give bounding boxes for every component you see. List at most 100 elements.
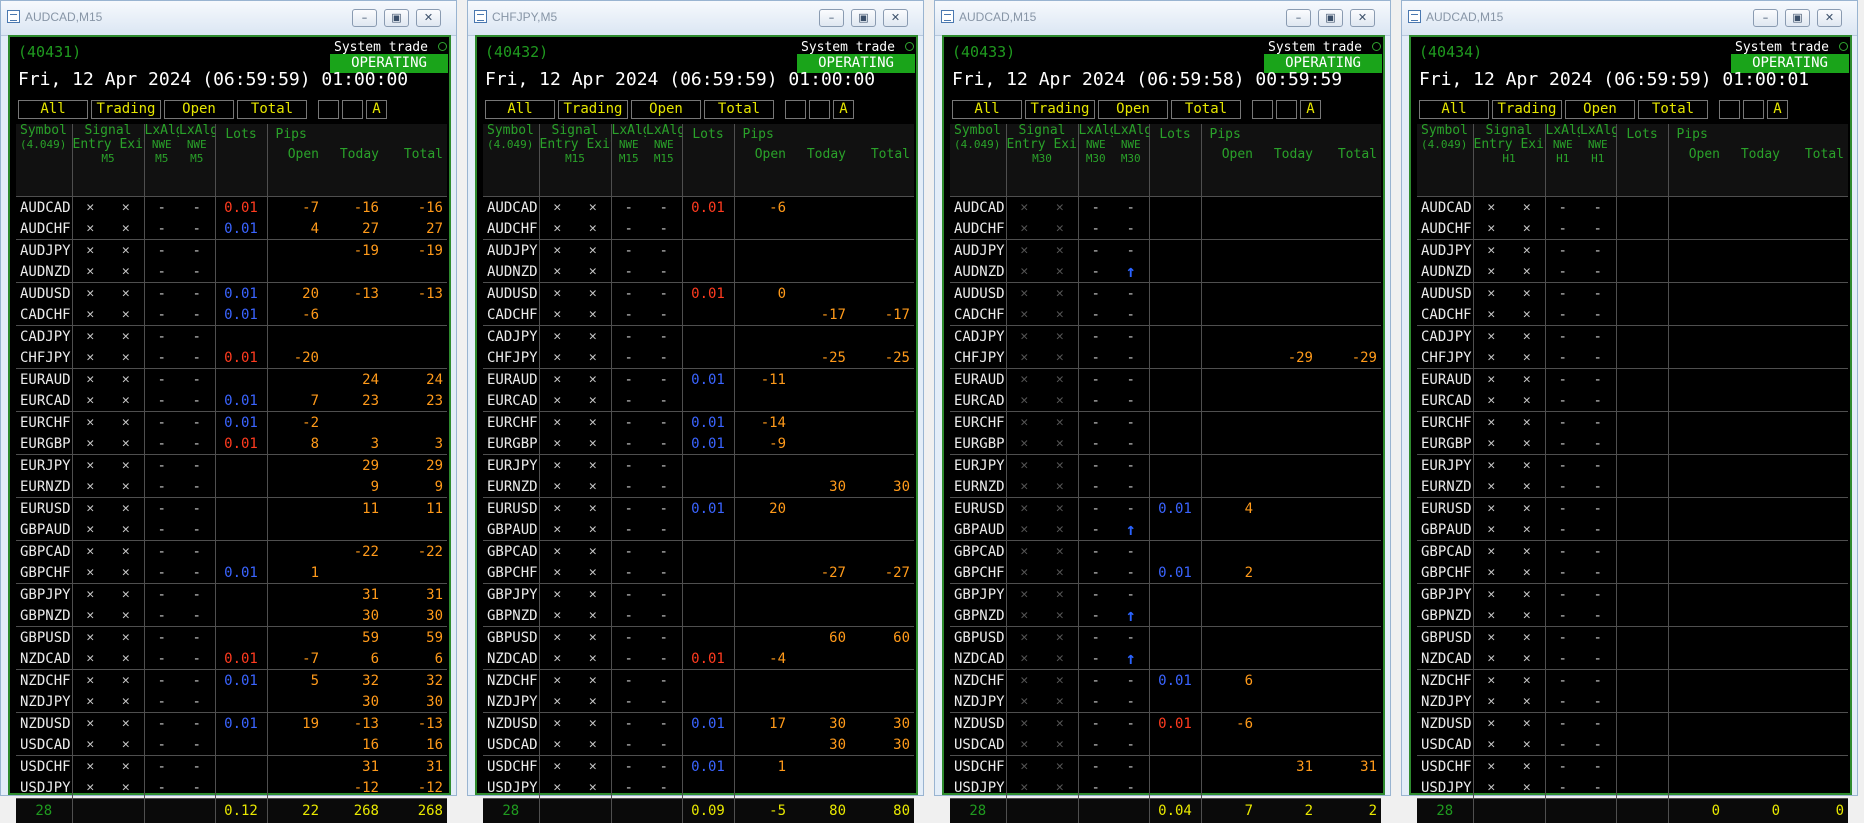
close-button[interactable]: ✕ — [1350, 9, 1375, 27]
minimize-button[interactable]: – — [1753, 9, 1778, 27]
filter-a-button[interactable]: A — [833, 100, 854, 119]
table-row[interactable]: NZDUSD✕✕--0.01-6 — [950, 713, 1381, 735]
table-row[interactable]: USDJPY✕✕---12-12 — [16, 777, 447, 799]
table-row[interactable]: EURNZD✕✕--3030 — [483, 476, 914, 498]
maximize-button[interactable]: ▣ — [384, 9, 409, 27]
filter-toggle-2[interactable] — [342, 100, 363, 119]
table-row[interactable]: AUDJPY✕✕-- — [483, 240, 914, 262]
table-row[interactable]: AUDNZD✕✕-↑ — [950, 261, 1381, 283]
table-row[interactable]: EURGBP✕✕-- — [950, 433, 1381, 455]
table-row[interactable]: EURAUD✕✕--0.01-11 — [483, 369, 914, 391]
filter-toggle-1[interactable] — [1252, 100, 1273, 119]
table-row[interactable]: EURAUD✕✕-- — [950, 369, 1381, 391]
filter-open-button[interactable]: Open — [164, 100, 234, 119]
table-row[interactable]: CHFJPY✕✕--0.01-20 — [16, 347, 447, 369]
table-row[interactable]: EURJPY✕✕-- — [483, 455, 914, 477]
filter-total-button[interactable]: Total — [1171, 100, 1241, 119]
table-row[interactable]: EURJPY✕✕-- — [950, 455, 1381, 477]
filter-a-button[interactable]: A — [1300, 100, 1321, 119]
table-row[interactable]: EURGBP✕✕--0.01-9 — [483, 433, 914, 455]
table-row[interactable]: EURCHF✕✕-- — [950, 412, 1381, 434]
table-row[interactable]: EURCAD✕✕-- — [483, 390, 914, 412]
maximize-button[interactable]: ▣ — [1785, 9, 1810, 27]
table-row[interactable]: EURNZD✕✕--99 — [16, 476, 447, 498]
table-row[interactable]: CADJPY✕✕-- — [16, 326, 447, 348]
table-row[interactable]: AUDJPY✕✕---19-19 — [16, 240, 447, 262]
table-row[interactable]: EURCHF✕✕-- — [1417, 412, 1848, 434]
filter-toggle-1[interactable] — [318, 100, 339, 119]
table-row[interactable]: EURCAD✕✕-- — [950, 390, 1381, 412]
filter-trading-button[interactable]: Trading — [91, 100, 161, 119]
table-row[interactable]: USDCAD✕✕-- — [1417, 734, 1848, 756]
filter-toggle-1[interactable] — [1719, 100, 1740, 119]
filter-total-button[interactable]: Total — [237, 100, 307, 119]
table-row[interactable]: EURUSD✕✕--0.0120 — [483, 498, 914, 520]
table-row[interactable]: GBPNZD✕✕-- — [1417, 605, 1848, 627]
table-row[interactable]: GBPUSD✕✕--6060 — [483, 627, 914, 649]
table-row[interactable]: EURGBP✕✕-- — [1417, 433, 1848, 455]
table-row[interactable]: AUDCHF✕✕-- — [950, 218, 1381, 240]
table-row[interactable]: EURJPY✕✕--2929 — [16, 455, 447, 477]
table-row[interactable]: EURJPY✕✕-- — [1417, 455, 1848, 477]
table-row[interactable]: AUDCAD✕✕--0.01-6 — [483, 197, 914, 219]
filter-trading-button[interactable]: Trading — [1025, 100, 1095, 119]
table-row[interactable]: AUDUSD✕✕--0.010 — [483, 283, 914, 305]
filter-trading-button[interactable]: Trading — [1492, 100, 1562, 119]
table-row[interactable]: AUDUSD✕✕--0.0120-13-13 — [16, 283, 447, 305]
filter-all-button[interactable]: All — [485, 100, 555, 119]
close-button[interactable]: ✕ — [416, 9, 441, 27]
table-row[interactable]: GBPUSD✕✕--5959 — [16, 627, 447, 649]
filter-toggle-2[interactable] — [1743, 100, 1764, 119]
table-row[interactable]: GBPAUD✕✕-↑ — [950, 519, 1381, 541]
maximize-button[interactable]: ▣ — [851, 9, 876, 27]
table-row[interactable]: CADCHF✕✕-- — [950, 304, 1381, 326]
table-row[interactable]: GBPJPY✕✕-- — [483, 584, 914, 606]
table-row[interactable]: NZDCHF✕✕-- — [1417, 670, 1848, 692]
table-row[interactable]: GBPCAD✕✕---22-22 — [16, 541, 447, 563]
table-row[interactable]: GBPJPY✕✕-- — [950, 584, 1381, 606]
table-row[interactable]: USDJPY✕✕-- — [1417, 777, 1848, 799]
table-row[interactable]: AUDNZD✕✕-- — [16, 261, 447, 283]
table-row[interactable]: GBPCHF✕✕--0.012 — [950, 562, 1381, 584]
table-row[interactable]: EURNZD✕✕-- — [950, 476, 1381, 498]
table-row[interactable]: GBPJPY✕✕-- — [1417, 584, 1848, 606]
table-row[interactable]: GBPNZD✕✕-↑ — [950, 605, 1381, 627]
table-row[interactable]: NZDCHF✕✕-- — [483, 670, 914, 692]
table-row[interactable]: EURUSD✕✕-- — [1417, 498, 1848, 520]
table-row[interactable]: NZDCHF✕✕--0.016 — [950, 670, 1381, 692]
close-button[interactable]: ✕ — [1817, 9, 1842, 27]
table-row[interactable]: EURGBP✕✕--0.01833 — [16, 433, 447, 455]
filter-toggle-2[interactable] — [1276, 100, 1297, 119]
table-row[interactable]: EURAUD✕✕-- — [1417, 369, 1848, 391]
table-row[interactable]: AUDCAD✕✕-- — [950, 197, 1381, 219]
filter-open-button[interactable]: Open — [631, 100, 701, 119]
table-row[interactable]: AUDCHF✕✕-- — [1417, 218, 1848, 240]
table-row[interactable]: AUDCAD✕✕-- — [1417, 197, 1848, 219]
filter-open-button[interactable]: Open — [1098, 100, 1168, 119]
table-row[interactable]: USDCAD✕✕--1616 — [16, 734, 447, 756]
table-row[interactable]: GBPUSD✕✕-- — [950, 627, 1381, 649]
filter-a-button[interactable]: A — [366, 100, 387, 119]
table-row[interactable]: USDCAD✕✕-- — [950, 734, 1381, 756]
table-row[interactable]: EURUSD✕✕--0.014 — [950, 498, 1381, 520]
filter-all-button[interactable]: All — [952, 100, 1022, 119]
table-row[interactable]: EURNZD✕✕-- — [1417, 476, 1848, 498]
table-row[interactable]: GBPCAD✕✕-- — [950, 541, 1381, 563]
filter-open-button[interactable]: Open — [1565, 100, 1635, 119]
table-row[interactable]: CADJPY✕✕-- — [483, 326, 914, 348]
title-bar[interactable]: AUDCAD,M15–▣✕ — [1, 1, 456, 36]
filter-all-button[interactable]: All — [1419, 100, 1489, 119]
table-row[interactable]: CHFJPY✕✕---29-29 — [950, 347, 1381, 369]
table-row[interactable]: AUDUSD✕✕-- — [1417, 283, 1848, 305]
table-row[interactable]: EURAUD✕✕--2424 — [16, 369, 447, 391]
table-row[interactable]: NZDUSD✕✕--0.0119-13-13 — [16, 713, 447, 735]
table-row[interactable]: GBPAUD✕✕-- — [483, 519, 914, 541]
table-row[interactable]: GBPJPY✕✕--3131 — [16, 584, 447, 606]
minimize-button[interactable]: – — [1286, 9, 1311, 27]
table-row[interactable]: AUDCHF✕✕--0.0142727 — [16, 218, 447, 240]
table-row[interactable]: GBPCHF✕✕--0.011 — [16, 562, 447, 584]
table-row[interactable]: AUDUSD✕✕-- — [950, 283, 1381, 305]
table-row[interactable]: NZDUSD✕✕--0.01173030 — [483, 713, 914, 735]
table-row[interactable]: NZDJPY✕✕--3030 — [16, 691, 447, 713]
table-row[interactable]: AUDCHF✕✕-- — [483, 218, 914, 240]
